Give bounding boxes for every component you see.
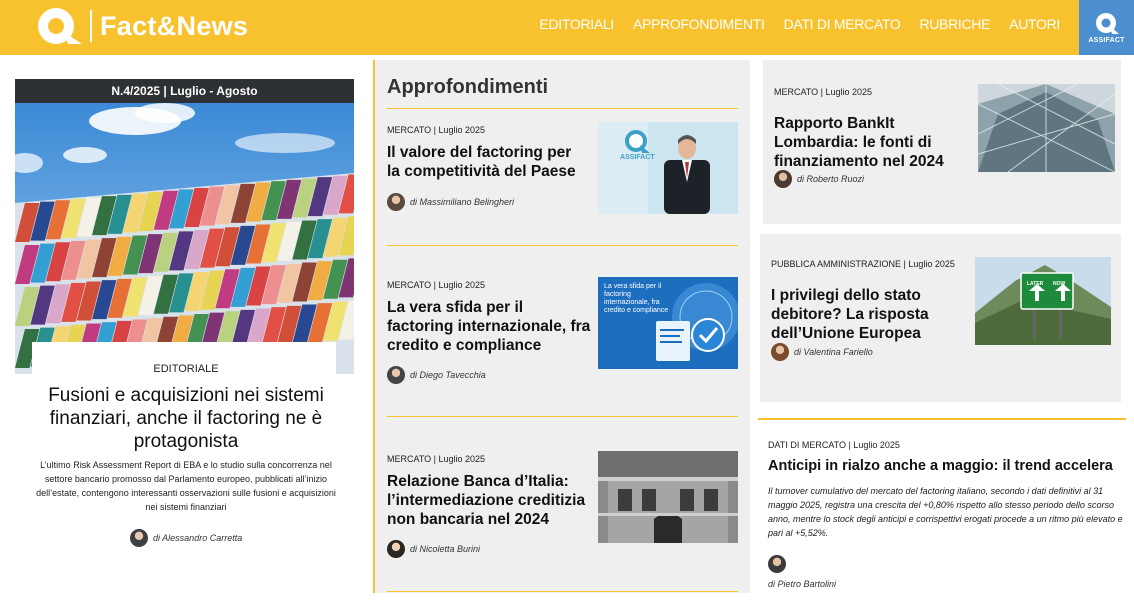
site-logo[interactable]: Fact&News bbox=[34, 4, 248, 48]
editorial-title[interactable]: Fusioni e acquisizioni nei sistemi finan… bbox=[40, 384, 332, 453]
right-column: MERCATO | Luglio 2025 Rapporto BankIt Lo… bbox=[758, 58, 1134, 605]
avatar bbox=[774, 170, 792, 188]
author-name: di Valentina Fariello bbox=[794, 347, 873, 357]
assifact-mark-icon bbox=[1095, 13, 1119, 34]
author-name: di Nicoletta Burini bbox=[410, 544, 481, 554]
article-card[interactable]: MERCATO | Luglio 2025 Il valore del fact… bbox=[387, 125, 587, 181]
editorial-summary: L’ultimo Risk Assessment Report di EBA e… bbox=[36, 460, 336, 512]
avatar bbox=[768, 555, 786, 573]
article-title[interactable]: La vera sfida per il factoring internazi… bbox=[387, 298, 592, 355]
issue-label: N.4/2025 | Luglio - Agosto bbox=[15, 79, 354, 103]
assifact-label: ASSIFACT bbox=[1088, 37, 1125, 44]
article-title[interactable]: Rapporto BankIt Lombardia: le fonti di f… bbox=[774, 114, 970, 171]
article-thumbnail[interactable] bbox=[598, 451, 738, 543]
article-author[interactable]: di Valentina Fariello bbox=[771, 343, 873, 361]
editorial-section: N.4/2025 | Luglio - Agosto EDITORIALE Fu… bbox=[0, 55, 372, 605]
author-name: di Roberto Ruozi bbox=[797, 174, 865, 184]
avatar bbox=[130, 529, 148, 547]
article-summary: Il turnover cumulativo del mercato del f… bbox=[768, 486, 1123, 538]
avatar bbox=[387, 366, 405, 384]
article-thumbnail[interactable]: La vera sfida per il factoring internazi… bbox=[598, 277, 738, 369]
main-nav: EDITORIALI APPROFONDIMENTI DATI DI MERCA… bbox=[539, 0, 1060, 48]
article-title[interactable]: Relazione Banca d’Italia: l’intermediazi… bbox=[387, 472, 597, 529]
article-card[interactable]: MERCATO | Luglio 2025 Rapporto BankIt Lo… bbox=[763, 60, 1121, 224]
article-author[interactable]: di Massimiliano Belingheri bbox=[387, 193, 514, 211]
site-header: Fact&News EDITORIALI APPROFONDIMENTI DAT… bbox=[0, 0, 1134, 55]
nav-rubriche[interactable]: RUBRICHE bbox=[919, 16, 990, 32]
article-meta: MERCATO | Luglio 2025 bbox=[387, 125, 486, 135]
nav-editoriali[interactable]: EDITORIALI bbox=[539, 16, 614, 32]
article-card[interactable]: PUBBLICA AMMINISTRAZIONE | Luglio 2025 I… bbox=[760, 234, 1121, 402]
nav-approfondimenti[interactable]: APPROFONDIMENTI bbox=[633, 16, 765, 32]
approfondimenti-section: Approfondimenti MERCATO | Luglio 2025 Il… bbox=[375, 60, 750, 593]
brand-name: Fact&News bbox=[100, 10, 249, 41]
nav-dati-di-mercato[interactable]: DATI DI MERCATO bbox=[784, 16, 901, 32]
article-meta: PUBBLICA AMMINISTRAZIONE | Luglio 2025 bbox=[771, 259, 955, 269]
article-author[interactable]: di Pietro Bartolini bbox=[768, 555, 836, 589]
author-name: di Pietro Bartolini bbox=[768, 579, 837, 589]
author-name: di Diego Tavecchia bbox=[410, 370, 486, 380]
editorial-hero-image[interactable] bbox=[15, 103, 354, 374]
editorial-tag[interactable]: EDITORIALE bbox=[0, 363, 372, 375]
article-author[interactable]: di Diego Tavecchia bbox=[387, 366, 486, 384]
article-meta: DATI DI MERCATO | Luglio 2025 bbox=[768, 440, 900, 450]
article-card[interactable]: DATI DI MERCATO | Luglio 2025 Anticipi i… bbox=[768, 440, 1124, 540]
article-thumbnail[interactable]: LATER NOW bbox=[975, 257, 1111, 345]
assifact-logo[interactable]: ASSIFACT bbox=[1079, 0, 1134, 55]
section-heading[interactable]: Approfondimenti bbox=[387, 76, 548, 99]
article-title[interactable]: I privilegi dello stato debitore? La ris… bbox=[771, 286, 966, 343]
avatar bbox=[387, 540, 405, 558]
article-title[interactable]: Il valore del factoring per la competiti… bbox=[387, 143, 587, 181]
author-name: di Massimiliano Belingheri bbox=[410, 197, 515, 207]
article-thumbnail[interactable] bbox=[978, 84, 1115, 172]
editorial-author[interactable]: di Alessandro Carretta bbox=[130, 529, 242, 547]
author-name: di Alessandro Carretta bbox=[153, 533, 243, 543]
article-card[interactable]: MERCATO | Luglio 2025 La vera sfida per … bbox=[387, 280, 592, 355]
article-meta: MERCATO | Luglio 2025 bbox=[387, 280, 486, 290]
sign-label-now: NOW bbox=[1053, 281, 1066, 287]
article-title[interactable]: Anticipi in rialzo anche a maggio: il tr… bbox=[768, 457, 1124, 476]
article-card[interactable]: MERCATO | Luglio 2025 Relazione Banca d’… bbox=[387, 454, 597, 529]
thumbnail-caption: ASSIFACT bbox=[620, 154, 655, 161]
logo-mark-icon bbox=[34, 6, 84, 46]
article-meta: MERCATO | Luglio 2025 bbox=[774, 87, 873, 97]
nav-autori[interactable]: AUTORI bbox=[1009, 16, 1060, 32]
article-thumbnail[interactable]: ASSIFACT bbox=[598, 122, 738, 214]
avatar bbox=[771, 343, 789, 361]
thumbnail-caption: La vera sfida per il factoring internazi… bbox=[604, 283, 669, 314]
article-author[interactable]: di Roberto Ruozi bbox=[774, 170, 864, 188]
avatar bbox=[387, 193, 405, 211]
sign-label-later: LATER bbox=[1027, 281, 1044, 287]
article-author[interactable]: di Nicoletta Burini bbox=[387, 540, 480, 558]
article-meta: MERCATO | Luglio 2025 bbox=[387, 454, 486, 464]
